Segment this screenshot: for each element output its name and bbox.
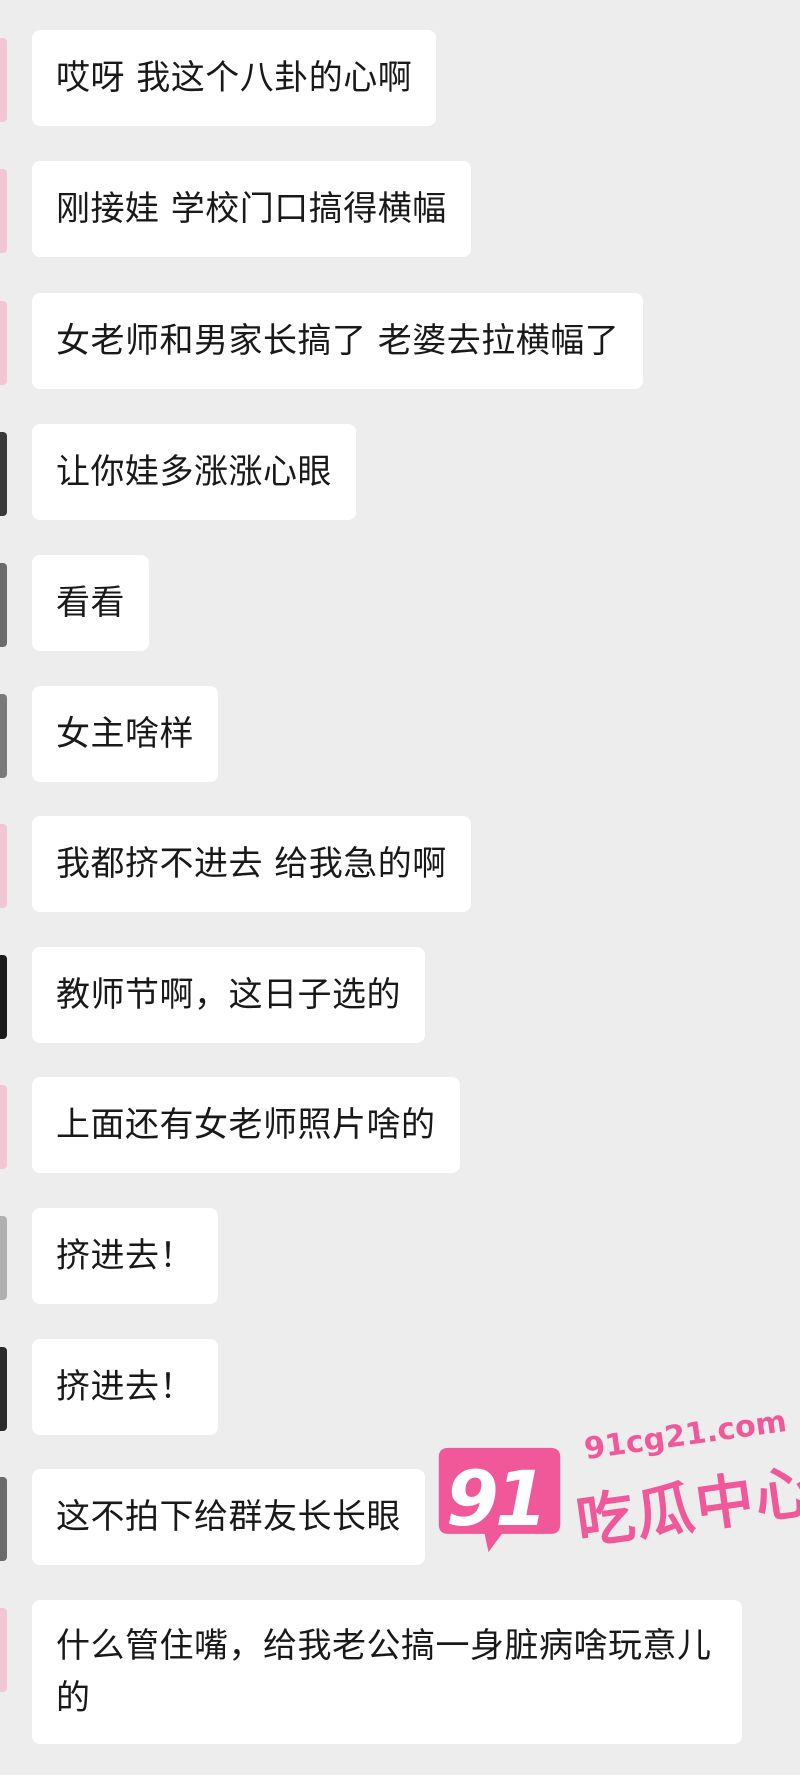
- avatar[interactable]: [0, 1477, 7, 1561]
- avatar[interactable]: [0, 1608, 7, 1692]
- watermark-number: 91: [446, 1454, 548, 1543]
- message-bubble[interactable]: 挤进去！: [32, 1339, 218, 1435]
- message-bubble[interactable]: 哎呀 我这个八卦的心啊: [32, 30, 437, 126]
- message-bubble[interactable]: 我都挤不进去 给我急的啊: [32, 816, 471, 912]
- avatar[interactable]: [0, 824, 7, 908]
- avatar[interactable]: [0, 694, 7, 778]
- message-bubble[interactable]: 挤进去！: [32, 1208, 218, 1304]
- message-bubble[interactable]: 看看: [32, 555, 149, 651]
- avatar[interactable]: [0, 169, 7, 253]
- avatar[interactable]: [0, 563, 7, 647]
- message-bubble[interactable]: 上面还有女老师照片啥的: [32, 1077, 460, 1173]
- message-bubble[interactable]: 让你娃多涨涨心眼: [32, 424, 356, 520]
- avatar[interactable]: [0, 432, 7, 516]
- avatar[interactable]: [0, 301, 7, 385]
- message-bubble[interactable]: 这不拍下给群友长长眼: [32, 1469, 425, 1565]
- message-bubble[interactable]: 什么管住嘴，给我老公搞一身脏病啥玩意儿的: [32, 1600, 742, 1744]
- avatar[interactable]: [0, 38, 7, 122]
- avatar[interactable]: [0, 1085, 7, 1169]
- avatar[interactable]: [0, 1216, 7, 1300]
- watermark-logo: 91 91cg21.com 吃瓜中心: [432, 1404, 800, 1580]
- message-bubble[interactable]: 女主啥样: [32, 686, 218, 782]
- message-bubble[interactable]: 女老师和男家长搞了 老婆去拉横幅了: [32, 293, 644, 389]
- message-bubble[interactable]: 教师节啊，这日子选的: [32, 947, 425, 1043]
- message-bubble[interactable]: 刚接娃 学校门口搞得横幅: [32, 161, 471, 257]
- avatar[interactable]: [0, 1347, 7, 1431]
- avatar[interactable]: [0, 955, 7, 1039]
